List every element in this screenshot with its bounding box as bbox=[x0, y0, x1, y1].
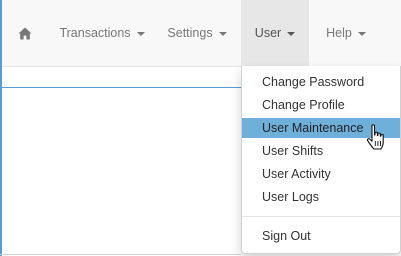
menu-item-user-logs[interactable]: User Logs bbox=[242, 187, 400, 207]
nav-home[interactable] bbox=[12, 0, 38, 66]
chevron-down-icon bbox=[136, 31, 145, 36]
chevron-down-icon bbox=[357, 31, 366, 36]
menu-divider bbox=[242, 216, 400, 217]
nav-user-label: User bbox=[254, 26, 282, 40]
top-navbar: Transactions Settings User Help bbox=[2, 0, 401, 67]
user-dropdown-menu: Change Password Change Profile User Main… bbox=[241, 66, 401, 254]
nav-user[interactable]: User bbox=[241, 0, 309, 66]
chevron-down-icon bbox=[218, 31, 227, 36]
menu-item-change-profile[interactable]: Change Profile bbox=[242, 95, 400, 115]
nav-settings[interactable]: Settings bbox=[160, 0, 234, 66]
nav-help[interactable]: Help bbox=[316, 0, 376, 66]
hand-pointer-icon bbox=[366, 124, 384, 150]
menu-item-sign-out[interactable]: Sign Out bbox=[242, 226, 400, 246]
chevron-down-icon bbox=[287, 31, 296, 36]
nav-transactions[interactable]: Transactions bbox=[54, 0, 150, 66]
nav-help-label: Help bbox=[326, 26, 352, 40]
nav-settings-label: Settings bbox=[167, 26, 213, 40]
menu-item-change-password[interactable]: Change Password bbox=[242, 72, 400, 92]
nav-transactions-label: Transactions bbox=[59, 26, 131, 40]
menu-item-user-activity[interactable]: User Activity bbox=[242, 164, 400, 184]
home-icon bbox=[18, 27, 32, 39]
content-bottom-border bbox=[0, 254, 241, 255]
